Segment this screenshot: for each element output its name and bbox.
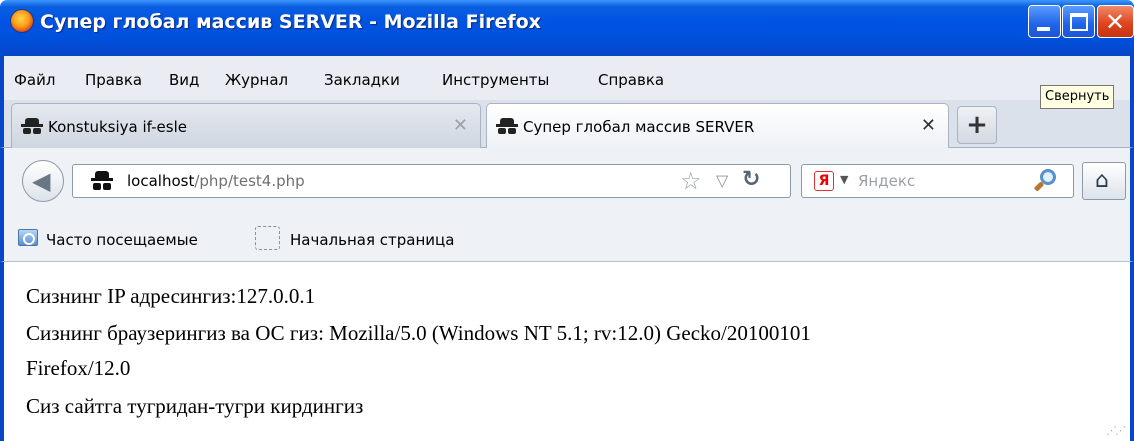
- resize-grip-icon[interactable]: ⋰⋰: [1106, 424, 1126, 437]
- search-engine-dropdown-icon[interactable]: ▼: [840, 173, 848, 186]
- maximize-icon: [1070, 13, 1088, 31]
- menu-bookmarks[interactable]: Закладки: [324, 71, 400, 89]
- window-title: Супер глобал массив SERVER - Mozilla Fir…: [40, 11, 541, 33]
- menu-edit[interactable]: Правка: [85, 71, 142, 89]
- page-content: Сизнинг IP адресингиз:127.0.0.1 Сизнинг …: [0, 262, 1134, 441]
- search-placeholder: Яндекс: [858, 172, 916, 190]
- close-tab-icon[interactable]: ✕: [453, 115, 468, 136]
- incognito-icon: [496, 118, 518, 135]
- tab-super-global-server[interactable]: Супер глобал массив SERVER ✕: [486, 103, 949, 149]
- blank-page-icon: [255, 226, 280, 250]
- back-button[interactable]: ◀: [22, 160, 64, 202]
- close-icon: ✕: [1105, 8, 1126, 36]
- new-tab-button[interactable]: +: [957, 106, 997, 144]
- tab-label: Konstuksiya if-esle: [48, 118, 187, 136]
- yandex-icon[interactable]: Я: [814, 171, 834, 191]
- window-titlebar[interactable]: Супер глобал массив SERVER - Mozilla Fir…: [0, 0, 1134, 56]
- back-arrow-icon: ◀: [32, 167, 51, 195]
- bookmarks-bar: Часто посещаемые Начальная страница: [0, 212, 1134, 262]
- tab-konstuksiya[interactable]: Konstuksiya if-esle ✕: [11, 103, 481, 148]
- bookmark-star-icon[interactable]: ☆: [680, 167, 702, 195]
- maximize-button[interactable]: [1062, 5, 1095, 38]
- tab-label: Супер глобал массив SERVER: [523, 118, 755, 136]
- minimize-button[interactable]: [1028, 5, 1061, 38]
- navigation-bar: ◀ localhost/php/test4.php ☆ ▽ ↻ Я ▼ Янде…: [0, 148, 1134, 212]
- ip-address-line: Сизнинг IP адресингиз:127.0.0.1: [26, 284, 316, 308]
- close-tab-icon[interactable]: ✕: [921, 115, 936, 136]
- bookmark-most-visited[interactable]: Часто посещаемые: [46, 231, 198, 249]
- home-button[interactable]: ⌂: [1082, 162, 1126, 200]
- url-bar[interactable]: localhost/php/test4.php ☆ ▽ ↻: [72, 164, 791, 198]
- minimize-tooltip: Свернуть: [1040, 85, 1115, 109]
- menu-view[interactable]: Вид: [169, 71, 199, 89]
- url-host: localhost: [127, 172, 195, 190]
- bookmark-start-page[interactable]: Начальная страница: [290, 231, 454, 249]
- minimize-icon: [1037, 27, 1050, 31]
- history-dropdown-icon[interactable]: ▽: [716, 171, 728, 190]
- menu-tools[interactable]: Инструменты: [442, 71, 549, 89]
- url-path: /php/test4.php: [194, 172, 305, 190]
- search-bar[interactable]: Я ▼ Яндекс: [801, 164, 1074, 198]
- menu-help[interactable]: Справка: [598, 71, 664, 89]
- url-text[interactable]: localhost/php/test4.php: [127, 172, 305, 190]
- menu-history[interactable]: Журнал: [225, 71, 288, 89]
- home-icon: ⌂: [1095, 168, 1109, 193]
- user-agent-line-continued: Firefox/12.0: [26, 356, 131, 380]
- user-agent-line: Сизнинг браузерингиз ва ОС гиз: Mozilla/…: [26, 321, 811, 345]
- site-identity-icon[interactable]: [91, 171, 113, 191]
- close-window-button[interactable]: ✕: [1097, 5, 1134, 38]
- firefox-icon: [10, 9, 34, 33]
- smart-bookmark-folder-icon: [18, 229, 38, 246]
- referer-line: Сиз сайтга тугридан-тугри кирдингиз: [26, 394, 364, 418]
- incognito-icon: [21, 118, 43, 135]
- menu-file[interactable]: Файл: [14, 71, 55, 89]
- search-icon[interactable]: [1033, 169, 1058, 193]
- reload-icon[interactable]: ↻: [742, 167, 760, 192]
- tab-strip: Konstuksiya if-esle ✕ Супер глобал масси…: [0, 100, 1134, 149]
- menu-bar: Файл Правка Вид Журнал Закладки Инструме…: [0, 56, 1134, 100]
